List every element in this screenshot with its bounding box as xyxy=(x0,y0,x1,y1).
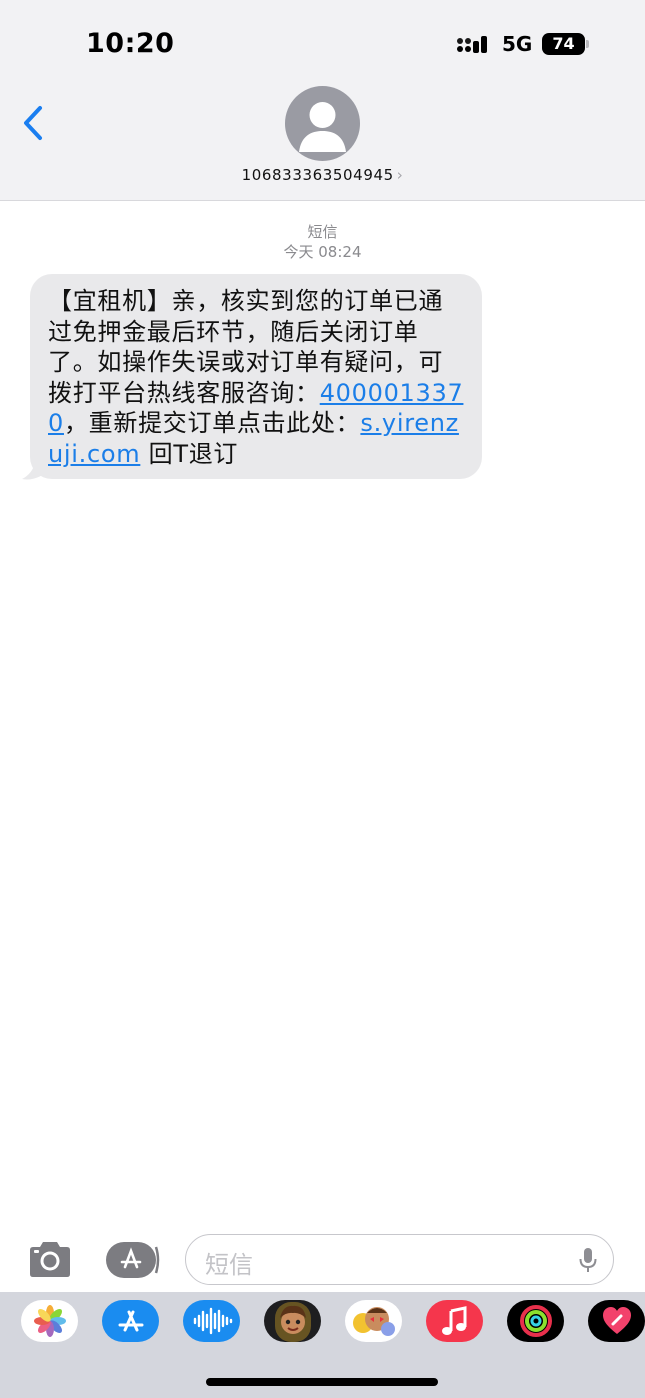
app-store-icon[interactable] xyxy=(102,1300,159,1342)
contact-avatar[interactable] xyxy=(285,86,360,161)
message-bubble[interactable]: 【宜租机】亲，核实到您的订单已通过免押金最后环节，随后关闭订单了。如操作失误或对… xyxy=(30,274,482,479)
message-text-part: ，重新提交订单点击此处： xyxy=(63,409,361,437)
app-store-apps-button[interactable] xyxy=(104,1242,160,1278)
service-label: 短信 xyxy=(307,223,338,241)
battery-level: 74 xyxy=(552,34,575,53)
message-input-placeholder: 短信 xyxy=(205,1251,253,1279)
home-indicator xyxy=(206,1378,438,1386)
audio-message-icon[interactable] xyxy=(183,1300,240,1342)
message-timestamp: 今天 08:24 xyxy=(283,243,362,261)
music-icon[interactable] xyxy=(426,1300,483,1342)
camera-icon[interactable] xyxy=(26,1240,74,1280)
contact-name[interactable]: 106833363504945 › xyxy=(0,166,645,184)
battery-cap xyxy=(586,40,589,48)
microphone-icon[interactable] xyxy=(579,1247,597,1273)
contact-number: 106833363504945 xyxy=(241,166,394,184)
messages-screen: 10:20 5G 74 106833363504945 › 短信 今天 08:2… xyxy=(0,0,645,1398)
memoji-stickers-icon[interactable] xyxy=(345,1300,402,1342)
back-chevron-icon[interactable] xyxy=(20,104,50,144)
message-input[interactable]: 短信 xyxy=(185,1234,614,1285)
digital-touch-icon[interactable] xyxy=(588,1300,645,1342)
battery-icon: 74 xyxy=(542,33,585,55)
conversation-header: 10:20 5G 74 106833363504945 › xyxy=(0,0,645,201)
message-text-part: 回T退订 xyxy=(140,439,239,468)
activity-icon[interactable] xyxy=(507,1300,564,1342)
message-text: 【宜租机】亲，核实到您的订单已通过免押金最后环节，随后关闭订单了。如操作失误或对… xyxy=(48,286,466,469)
status-time: 10:20 xyxy=(86,28,175,59)
photos-icon[interactable] xyxy=(21,1300,78,1342)
chevron-right-icon: › xyxy=(396,166,404,184)
network-type: 5G xyxy=(502,32,533,56)
memoji-icon[interactable] xyxy=(264,1300,321,1342)
cellular-signal-icon xyxy=(457,33,491,55)
